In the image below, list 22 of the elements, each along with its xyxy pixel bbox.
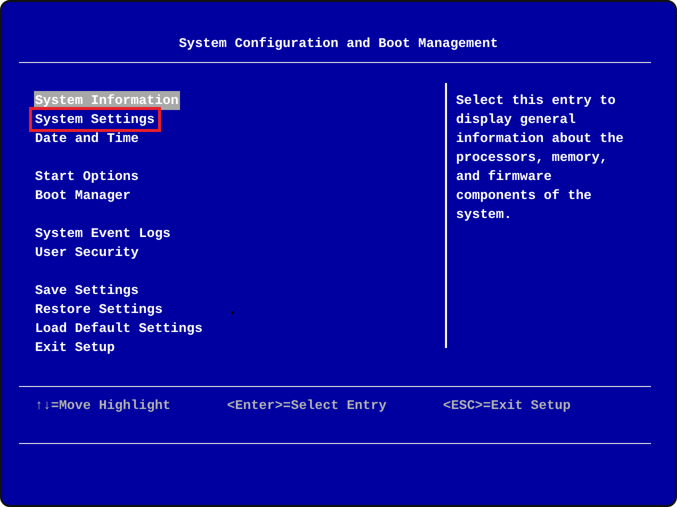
help-text: and firmware	[456, 168, 553, 186]
menu-item[interactable]: Date and Time	[34, 129, 140, 148]
menu-item[interactable]: Restore Settings	[34, 300, 164, 319]
dot-mark	[231, 311, 234, 314]
help-text: processors, memory,	[456, 149, 609, 167]
help-text: components of the	[456, 187, 593, 205]
menu-item[interactable]: Boot Manager	[34, 186, 132, 205]
help-text: display general	[456, 111, 577, 129]
menu-item[interactable]: System Settings	[32, 110, 158, 129]
menu-item[interactable]: Save Settings	[34, 281, 140, 300]
menu-item[interactable]: User Security	[34, 243, 140, 262]
key-hint: ↑↓=Move Highlight	[35, 397, 172, 415]
help-text: information about the	[456, 130, 624, 148]
menu-item[interactable]: Start Options	[34, 167, 140, 186]
key-hint: <ESC>=Exit Setup	[443, 397, 571, 415]
key-hint: <Enter>=Select Entry	[227, 397, 388, 415]
menu-item[interactable]: Load Default Settings	[34, 319, 204, 338]
screen-title: System Configuration and Boot Management	[178, 35, 500, 53]
menu-item[interactable]: System Event Logs	[34, 224, 172, 243]
help-text: system.	[456, 206, 513, 224]
help-text: Select this entry to	[456, 92, 617, 110]
menu-item[interactable]: Exit Setup	[34, 338, 116, 357]
